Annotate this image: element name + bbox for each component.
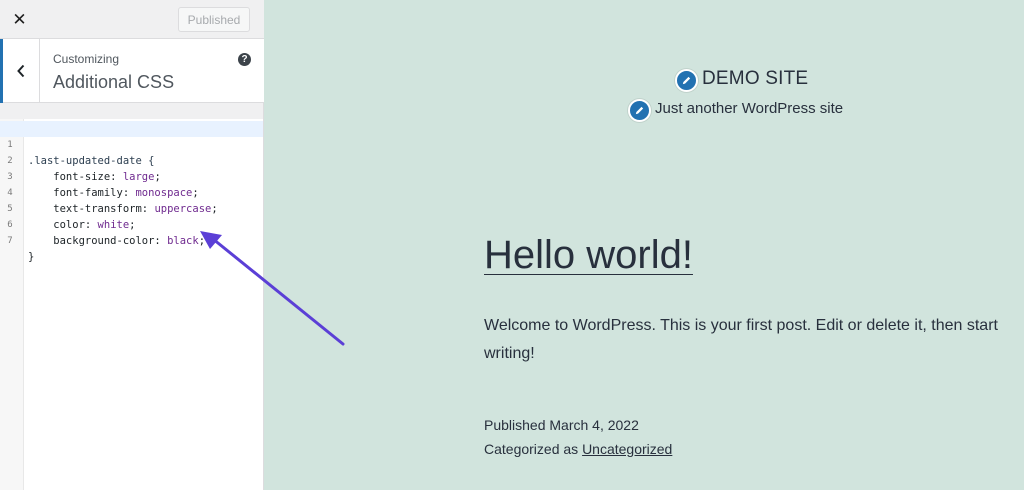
code-line[interactable]: 5 color: white; <box>0 185 263 231</box>
code-line[interactable]: 1 .last-updated-date { <box>0 121 263 167</box>
code-line[interactable]: 2 font-size: large; <box>0 137 263 183</box>
categories-prefix: Categorized as <box>484 441 583 457</box>
help-icon[interactable]: ? <box>238 53 251 66</box>
publish-button[interactable]: Published <box>178 7 250 32</box>
post-title-link[interactable]: Hello world! <box>484 233 693 278</box>
code-line[interactable]: 6 background-color: black; <box>0 201 263 247</box>
site-title[interactable]: DEMO SITE <box>702 68 808 90</box>
close-button[interactable]: ✕ <box>0 0 39 39</box>
code-line[interactable]: 4 text-transform: uppercase; <box>0 169 263 215</box>
post-categories: Categorized as Uncategorized <box>484 441 672 457</box>
code-line[interactable]: 3 font-family: monospace; <box>0 153 263 199</box>
customizer-sidebar: ✕ Published Customizing Additional CSS ?… <box>0 0 264 490</box>
pencil-icon <box>635 106 644 115</box>
code-text: background-color: black; <box>28 235 206 247</box>
edit-tagline-button[interactable] <box>628 99 651 122</box>
help-icon-glyph: ? <box>241 54 248 65</box>
edit-site-title-button[interactable] <box>675 69 698 92</box>
code-line[interactable]: 7 } <box>0 217 263 263</box>
site-tagline: Just another WordPress site <box>655 100 844 117</box>
code-text: } <box>28 251 35 263</box>
section-header: Customizing Additional CSS ? <box>0 39 264 103</box>
css-code-editor[interactable]: 1 .last-updated-date { 2 font-size: larg… <box>0 119 263 490</box>
category-link[interactable]: Uncategorized <box>582 441 672 457</box>
chevron-left-icon <box>17 64 25 78</box>
customizer-header: ✕ Published <box>0 0 264 39</box>
line-number: 7 <box>7 236 13 246</box>
post-date: Published March 4, 2022 <box>484 417 639 433</box>
post-excerpt: Welcome to WordPress. This is your first… <box>484 317 998 362</box>
section-title: Additional CSS <box>53 72 175 92</box>
section-titles: Customizing Additional CSS <box>53 52 174 93</box>
section-context-label: Customizing <box>53 52 120 66</box>
pencil-icon <box>682 76 691 85</box>
back-button[interactable] <box>0 39 40 103</box>
close-icon: ✕ <box>12 9 27 30</box>
